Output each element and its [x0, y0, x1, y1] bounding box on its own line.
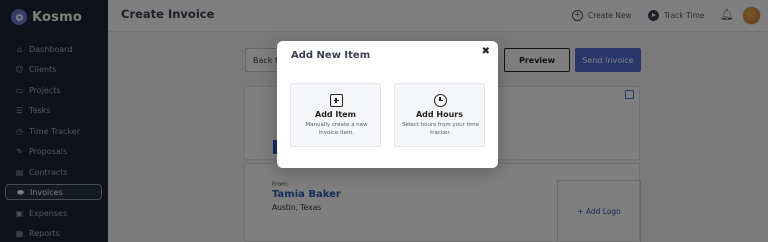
add-item-option[interactable]: Add Item Manually create a new invoice i… — [290, 83, 381, 147]
add-new-item-modal: Add New Item ✖ Add Item Manually create … — [277, 41, 498, 168]
plus-square-icon — [330, 94, 343, 107]
add-item-description: Manually create a new invoice item. — [305, 122, 368, 136]
close-icon[interactable]: ✖ — [482, 46, 490, 58]
add-hours-option[interactable]: Add Hours Select hours from your time tr… — [394, 83, 485, 147]
clock-icon — [434, 94, 447, 107]
add-item-title: Add Item — [315, 110, 356, 119]
add-hours-title: Add Hours — [415, 110, 464, 119]
add-hours-description: Select hours from your time tracker. — [401, 122, 480, 136]
modal-title: Add New Item — [291, 50, 371, 61]
